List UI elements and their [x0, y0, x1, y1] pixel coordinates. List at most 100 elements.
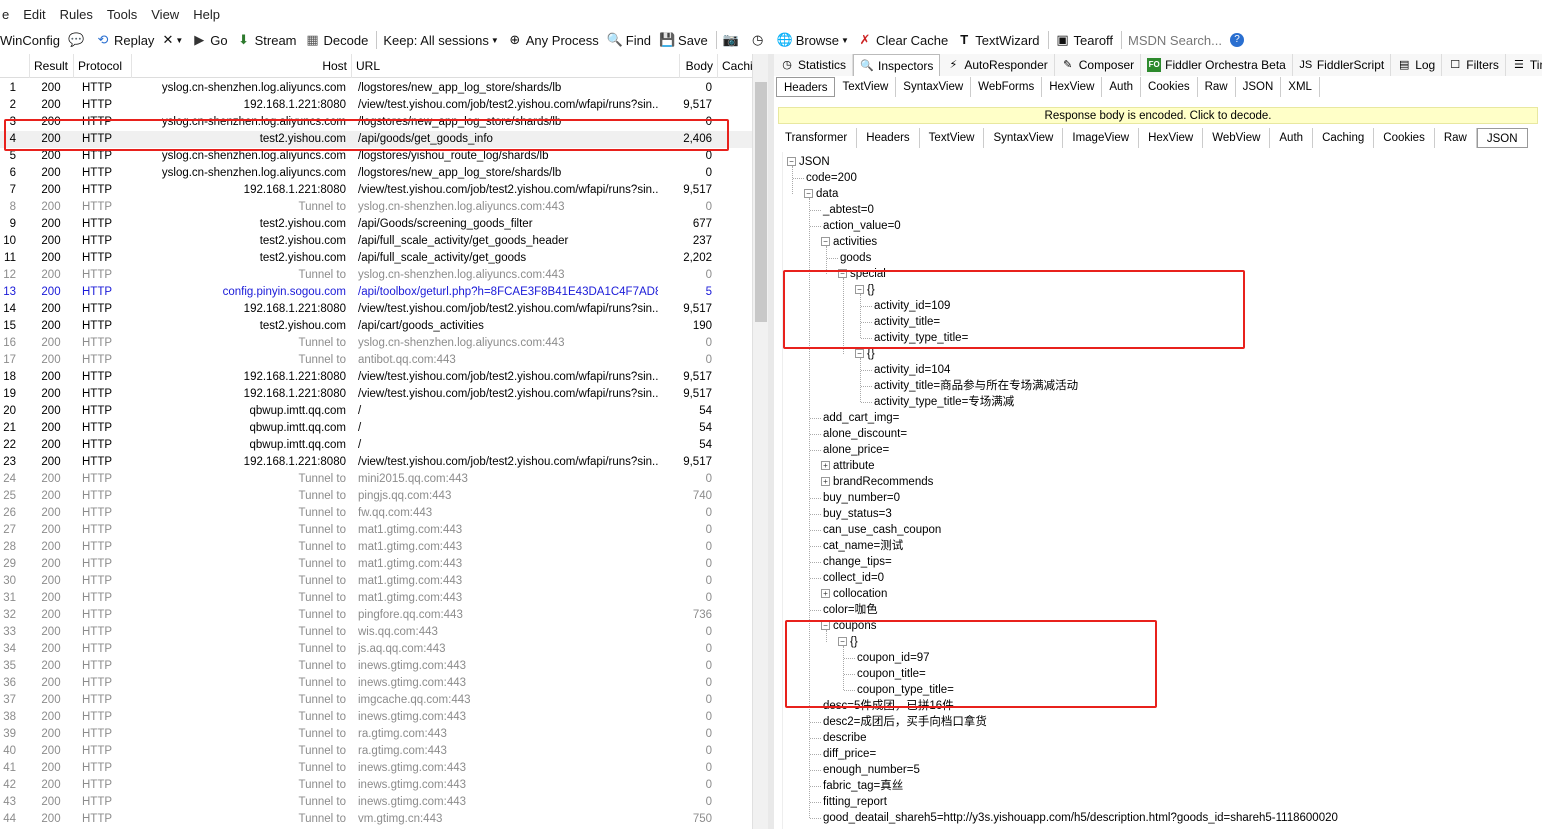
tab-fiddler-orchestra-beta[interactable]: FO Fiddler Orchestra Beta — [1141, 54, 1293, 76]
session-row[interactable]: 2 200 HTTP 192.168.1.221:8080/view/test.yis… — [0, 97, 752, 114]
json-node[interactable]: describe — [823, 730, 866, 746]
json-node[interactable]: + brandRecommends — [821, 474, 933, 490]
tab-statistics[interactable]: ◷ Statistics — [774, 54, 854, 76]
session-row[interactable]: 6 200 HTTP yslog.cn-shenzhen.log.aliyuncs.c… — [0, 165, 752, 182]
session-row[interactable]: 36 200 HTTP Tunnel to inews.gtimg.com:443 0 — [0, 675, 752, 692]
decode-button[interactable]: ▦ Decode — [305, 29, 368, 51]
session-row[interactable]: 7 200 HTTP 192.168.1.221:8080/view/test.yis… — [0, 182, 752, 199]
session-row[interactable]: 21 200 HTTP qbwup.imtt.qq.com / 54 — [0, 420, 752, 437]
expand-icon[interactable]: + — [821, 477, 830, 487]
session-row[interactable]: 1 200 HTTP yslog.cn-shenzhen.log.aliyuncs.c… — [0, 80, 752, 97]
session-row[interactable]: 33 200 HTTP Tunnel to wis.qq.com:443 0 — [0, 624, 752, 641]
json-node[interactable]: fitting_report — [823, 794, 887, 810]
response-tab-headers[interactable]: Headers — [857, 128, 920, 148]
help-button[interactable]: ? — [1229, 29, 1247, 51]
session-row[interactable]: 31 200 HTTP Tunnel to mat1.gtimg.com:443 0 — [0, 590, 752, 607]
json-node[interactable]: desc=5件成团，已拼16件 — [823, 698, 954, 714]
session-row[interactable]: 17 200 HTTP Tunnel to antibot.qq.com:443 0 — [0, 352, 752, 369]
session-row[interactable]: 12 200 HTTP Tunnel to yslog.cn-shenzhen.log.… — [0, 267, 752, 284]
session-row[interactable]: 15 200 HTTP test2.yishou.com/api/cart/goods… — [0, 318, 752, 335]
json-node[interactable]: alone_discount= — [823, 426, 907, 442]
session-row[interactable]: 30 200 HTTP Tunnel to mat1.gtimg.com:443 0 — [0, 573, 752, 590]
request-tab-xml[interactable]: XML — [1281, 77, 1320, 97]
response-tab-textview[interactable]: TextView — [919, 128, 985, 148]
json-node[interactable]: activity_id=109 — [874, 298, 950, 314]
request-tab-cookies[interactable]: Cookies — [1141, 77, 1198, 97]
session-row[interactable]: 22 200 HTTP qbwup.imtt.qq.com / 54 — [0, 437, 752, 454]
json-node[interactable]: diff_price= — [823, 746, 876, 762]
request-tab-webforms[interactable]: WebForms — [971, 77, 1043, 97]
json-node[interactable]: −{} — [838, 634, 858, 650]
session-row[interactable]: 44 200 HTTP Tunnel to vm.gtimg.cn:443 750 — [0, 811, 752, 828]
json-node[interactable]: code=200 — [806, 170, 857, 186]
json-node[interactable]: + collocation — [821, 586, 887, 602]
json-node[interactable]: activity_id=104 — [874, 362, 950, 378]
request-tab-hexview[interactable]: HexView — [1042, 77, 1103, 97]
response-tab-syntaxview[interactable]: SyntaxView — [984, 128, 1064, 148]
save-button[interactable]: 💾 Save — [659, 29, 708, 51]
session-row[interactable]: 8 200 HTTP Tunnel to yslog.cn-shenzhen.log.a… — [0, 199, 752, 216]
session-row[interactable]: 43 200 HTTP Tunnel to inews.gtimg.com:443 0 — [0, 794, 752, 811]
json-node[interactable]: buy_number=0 — [823, 490, 900, 506]
json-node[interactable]: action_value=0 — [823, 218, 901, 234]
textwizard-button[interactable]: T TextWizard — [956, 29, 1039, 51]
json-node[interactable]: cat_name=测试 — [823, 538, 903, 554]
browse-button[interactable]: 🌐 Browse ▼ — [777, 29, 849, 51]
session-row[interactable]: 14 200 HTTP 192.168.1.221:8080/view/test.yi… — [0, 301, 752, 318]
session-row[interactable]: 34 200 HTTP Tunnel to js.aq.qq.com:443 0 — [0, 641, 752, 658]
screenshot-button[interactable]: 📷 — [723, 29, 742, 51]
response-tab-transformer[interactable]: Transformer — [776, 128, 858, 148]
session-row[interactable]: 24 200 HTTP Tunnel to mini2015.qq.com:443 0 — [0, 471, 752, 488]
session-row[interactable]: 39 200 HTTP Tunnel to ra.gtimg.com:443 0 — [0, 726, 752, 743]
session-row[interactable]: 29 200 HTTP Tunnel to mat1.gtimg.com:443 0 — [0, 556, 752, 573]
session-row[interactable]: 16 200 HTTP Tunnel to yslog.cn-shenzhen.log.… — [0, 335, 752, 352]
col-host[interactable]: Host — [132, 54, 352, 78]
json-node[interactable]: activity_title= — [874, 314, 940, 330]
json-node[interactable]: good_deatail_shareh5=http://y3s.yishouap… — [823, 810, 1338, 826]
session-row[interactable]: 23 200 HTTP 192.168.1.221:8080/view/test.yi… — [0, 454, 752, 471]
session-row[interactable]: 18 200 HTTP 192.168.1.221:8080/view/test.yi… — [0, 369, 752, 386]
json-node[interactable]: activity_type_title= — [874, 330, 968, 346]
session-row[interactable]: 42 200 HTTP Tunnel to inews.gtimg.com:443 0 — [0, 777, 752, 794]
menu-item-rules[interactable]: Rules — [60, 7, 93, 22]
winconfig-button[interactable]: WinConfig — [0, 29, 60, 51]
tab-composer[interactable]: ✎ Composer — [1054, 54, 1142, 76]
json-node[interactable]: alone_price= — [823, 442, 889, 458]
tab-log[interactable]: ▤ Log — [1391, 54, 1443, 76]
request-tab-textview[interactable]: TextView — [835, 77, 897, 97]
json-node[interactable]: activity_type_title=专场满减 — [874, 394, 1014, 410]
json-node[interactable]: −{} — [855, 346, 875, 362]
sessions-scrollbar[interactable] — [752, 54, 768, 829]
response-tab-json[interactable]: JSON — [1476, 128, 1528, 148]
clear-cache-button[interactable]: ✗ Clear Cache — [857, 29, 949, 51]
any-process-button[interactable]: ⊕ Any Process — [507, 29, 598, 51]
request-tab-auth[interactable]: Auth — [1102, 77, 1142, 97]
request-tab-syntaxview[interactable]: SyntaxView — [896, 77, 972, 97]
decode-notice[interactable]: Response body is encoded. Click to decod… — [778, 107, 1538, 124]
session-row[interactable]: 11 200 HTTP test2.yishou.com/api/full_scale… — [0, 250, 752, 267]
json-node[interactable]: can_use_cash_coupon — [823, 522, 941, 538]
session-row[interactable]: 25 200 HTTP Tunnel to pingjs.qq.com:443 740 — [0, 488, 752, 505]
session-row[interactable]: 5 200 HTTP yslog.cn-shenzhen.log.aliyuncs.c… — [0, 148, 752, 165]
menu-item-e[interactable]: e — [2, 7, 9, 22]
expand-icon[interactable]: + — [821, 461, 830, 471]
response-tab-webview[interactable]: WebView — [1203, 128, 1271, 148]
json-node[interactable]: change_tips= — [823, 554, 892, 570]
replay-button[interactable]: ⟲ Replay — [95, 29, 155, 51]
find-button[interactable]: 🔍 Find — [607, 29, 651, 51]
json-node[interactable]: + attribute — [821, 458, 875, 474]
remove-button[interactable]: ✕ ▼ — [162, 29, 183, 51]
session-row[interactable]: 19 200 HTTP 192.168.1.221:8080/view/test.yi… — [0, 386, 752, 403]
json-node[interactable]: desc2=成团后，买手向档口拿货 — [823, 714, 987, 730]
json-node[interactable]: coupon_title= — [857, 666, 926, 682]
col-number[interactable] — [0, 54, 30, 78]
json-node[interactable]: fabric_tag=真丝 — [823, 778, 903, 794]
expand-icon[interactable]: + — [821, 589, 830, 599]
tab-autoresponder[interactable]: ⚡ AutoResponder — [940, 54, 1055, 76]
tab-timeline[interactable]: ☰ Timeline — [1505, 54, 1542, 76]
json-node[interactable]: activity_title=商品参与所在专场满减活动 — [874, 378, 1078, 394]
stream-button[interactable]: ⬇ Stream — [236, 29, 296, 51]
session-row[interactable]: 26 200 HTTP Tunnel to fw.qq.com:443 0 — [0, 505, 752, 522]
session-row[interactable]: 41 200 HTTP Tunnel to inews.gtimg.com:443 0 — [0, 760, 752, 777]
response-tab-cookies[interactable]: Cookies — [1374, 128, 1435, 148]
